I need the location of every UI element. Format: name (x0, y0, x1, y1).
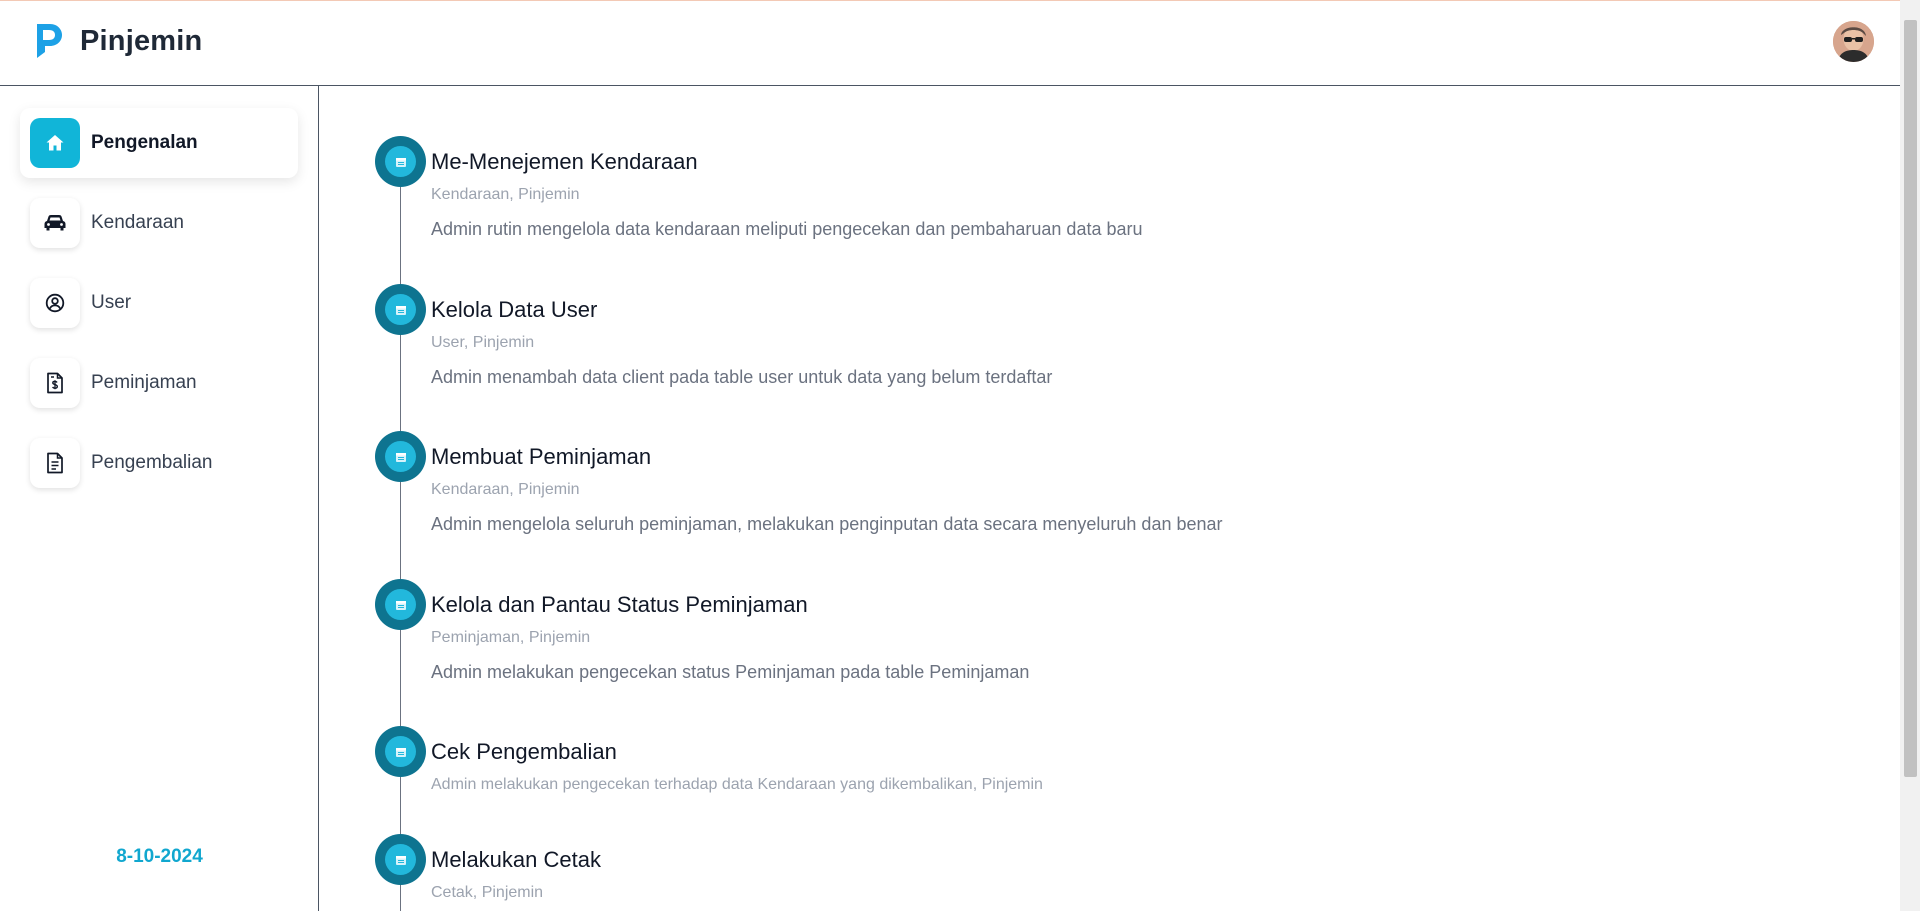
timeline-tags: Kendaraan, Pinjemin (431, 186, 580, 203)
page-scrollbar[interactable] (1900, 0, 1920, 911)
document-text-icon-wrap (30, 438, 80, 488)
main-content: Me-Menejemen Kendaraan Kendaraan, Pinjem… (320, 86, 1900, 911)
calendar-icon (395, 747, 406, 757)
timeline-tags: Admin melakukan pengecekan terhadap data… (431, 776, 1043, 793)
timeline-line (400, 162, 401, 911)
avatar-photo-icon (1833, 21, 1874, 62)
home-icon-wrap (30, 118, 80, 168)
user-avatar[interactable] (1833, 21, 1874, 62)
timeline-description: Admin menambah data client pada table us… (431, 367, 1053, 387)
timeline-marker (375, 726, 426, 777)
sidebar-item-kendaraan[interactable]: Kendaraan (20, 188, 298, 258)
sidebar-item-label: Pengembalian (91, 452, 213, 473)
calendar-icon (395, 305, 406, 315)
app-name: Pinjemin (80, 24, 203, 57)
home-icon (46, 135, 64, 151)
timeline-marker (375, 284, 426, 335)
pinjemin-logo-icon (37, 24, 62, 58)
sidebar-item-peminjaman[interactable]: Peminjaman (20, 348, 298, 418)
car-icon (44, 215, 66, 231)
sidebar-item-pengenalan[interactable]: Pengenalan (20, 108, 298, 178)
user-circle-icon-wrap (30, 278, 80, 328)
timeline-marker (375, 579, 426, 630)
scrollbar-thumb[interactable] (1904, 20, 1917, 777)
document-dollar-icon (47, 372, 63, 394)
timeline-title: Me-Menejemen Kendaraan (431, 149, 698, 174)
sidebar-item-user[interactable]: User (20, 268, 298, 338)
timeline-marker (375, 834, 426, 885)
sidebar: Pengenalan Kendaraan User Peminjaman Pen… (0, 86, 319, 911)
user-circle-icon (45, 293, 65, 313)
brand[interactable]: Pinjemin (34, 22, 202, 60)
calendar-icon (395, 855, 406, 865)
sidebar-item-label: Kendaraan (91, 212, 184, 233)
timeline-title: Cek Pengembalian (431, 739, 617, 764)
sidebar-item-pengembalian[interactable]: Pengembalian (20, 428, 298, 498)
timeline-description: Admin melakukan pengecekan status Peminj… (431, 662, 1030, 682)
timeline-tags: Cetak, Pinjemin (431, 884, 544, 901)
document-text-icon (47, 452, 63, 474)
timeline-tags: Kendaraan, Pinjemin (431, 481, 580, 498)
document-dollar-icon-wrap (30, 358, 80, 408)
sidebar-item-label: Peminjaman (91, 372, 197, 393)
current-date: 8-10-2024 (116, 846, 203, 867)
timeline-description: Admin rutin mengelola data kendaraan mel… (431, 219, 1143, 239)
calendar-icon (395, 157, 406, 167)
calendar-icon (395, 452, 406, 462)
timeline-marker (375, 136, 426, 187)
timeline-title: Kelola Data User (431, 297, 598, 322)
timeline-tags: User, Pinjemin (431, 334, 535, 351)
timeline-title: Membuat Peminjaman (431, 444, 652, 469)
car-icon-wrap (30, 198, 80, 248)
sidebar-item-label: Pengenalan (91, 132, 198, 153)
timeline-marker (375, 431, 426, 482)
sidebar-item-label: User (91, 292, 132, 313)
timeline-title: Kelola dan Pantau Status Peminjaman (431, 592, 808, 617)
calendar-icon (395, 600, 406, 610)
timeline-tags: Peminjaman, Pinjemin (431, 629, 591, 646)
top-header: Pinjemin (0, 1, 1900, 86)
timeline-title: Melakukan Cetak (431, 847, 601, 872)
timeline-description: Admin mengelola seluruh peminjaman, mela… (431, 514, 1223, 534)
